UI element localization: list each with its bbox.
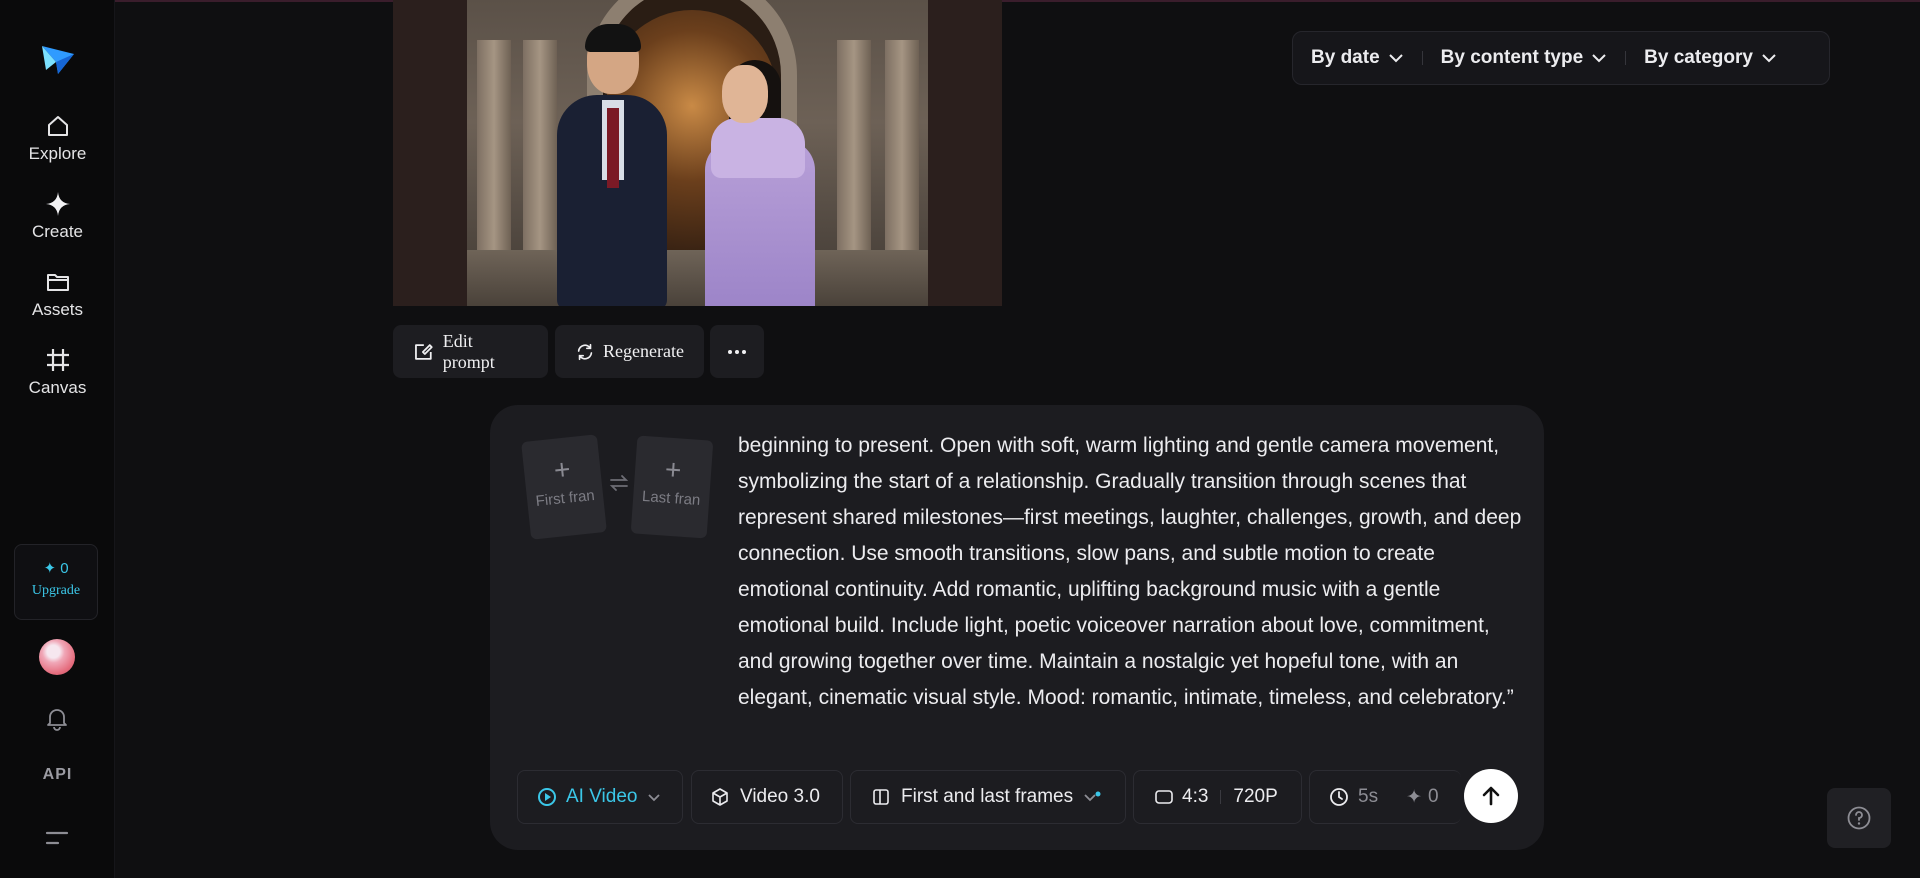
home-icon xyxy=(47,116,68,136)
duration-select[interactable]: 5s ✦ 0 xyxy=(1309,770,1461,824)
model-select[interactable]: Video 3.0 xyxy=(691,770,843,824)
send-button[interactable] xyxy=(1464,769,1518,823)
chevron-down-icon xyxy=(1388,54,1403,63)
divider xyxy=(1220,790,1222,804)
cost-value: 0 xyxy=(1428,786,1439,807)
more-options-button[interactable] xyxy=(710,325,764,378)
bell-icon[interactable] xyxy=(44,705,70,731)
avatar[interactable] xyxy=(39,639,75,675)
frame-mode-select[interactable]: First and last frames xyxy=(850,770,1126,824)
filter-by-date[interactable]: By date xyxy=(1293,47,1422,69)
edit-icon xyxy=(415,343,433,360)
generated-image xyxy=(467,0,928,306)
video-mode-icon xyxy=(538,788,556,806)
crop-icon xyxy=(46,349,69,371)
clock-icon xyxy=(1330,788,1348,806)
frames-icon xyxy=(873,789,889,805)
arrow-up-icon xyxy=(1482,786,1500,806)
prompt-textarea[interactable]: beginning to present. Open with soft, wa… xyxy=(738,428,1524,716)
sidebar-item-label: Canvas xyxy=(28,378,87,397)
sidebar: Explore Create Assets Canvas ✦ 0 Upgrade… xyxy=(0,0,115,878)
chevron-down-icon xyxy=(1592,54,1606,63)
edit-prompt-button[interactable]: Edit prompt xyxy=(393,325,548,378)
mode-select[interactable]: AI Video xyxy=(517,770,683,824)
chevron-down-icon xyxy=(648,793,661,801)
plus-icon: + xyxy=(663,453,683,486)
plus-icon: + xyxy=(552,453,572,486)
sparkle-icon xyxy=(45,192,70,216)
filter-bar: By date By content type By category xyxy=(1292,31,1830,85)
more-icon xyxy=(728,349,746,354)
generated-image-frame[interactable] xyxy=(393,0,1002,306)
regenerate-button[interactable]: Regenerate xyxy=(555,325,704,378)
last-frame-upload[interactable]: + Last fran xyxy=(630,435,714,539)
folder-icon xyxy=(46,274,69,291)
help-icon xyxy=(1847,806,1871,830)
upgrade-label: Upgrade xyxy=(31,583,81,598)
chevron-down-icon xyxy=(1084,791,1101,802)
first-frame-upload[interactable]: + First fran xyxy=(521,434,607,540)
sidebar-item-create[interactable]: Create xyxy=(0,190,115,242)
sidebar-item-assets[interactable]: Assets xyxy=(0,268,115,320)
sidebar-item-label: Explore xyxy=(28,144,87,163)
sparkle-icon: ✦ xyxy=(1406,786,1422,808)
cube-icon xyxy=(712,788,728,806)
refresh-icon xyxy=(577,343,593,360)
upgrade-card[interactable]: ✦ 0 Upgrade xyxy=(14,544,98,620)
menu-icon[interactable] xyxy=(45,828,69,848)
swap-icon[interactable] xyxy=(608,472,630,494)
aspect-ratio-icon xyxy=(1155,790,1173,804)
sidebar-item-label: Create xyxy=(31,222,84,241)
api-link[interactable]: API xyxy=(0,766,115,784)
sidebar-item-explore[interactable]: Explore xyxy=(0,112,115,164)
sidebar-item-label: Assets xyxy=(31,300,84,319)
filter-by-category[interactable]: By category xyxy=(1626,47,1795,69)
app-logo[interactable] xyxy=(38,40,78,80)
credit-balance: ✦ 0 xyxy=(43,560,69,577)
filter-by-content-type[interactable]: By content type xyxy=(1423,47,1626,69)
sidebar-item-canvas[interactable]: Canvas xyxy=(0,346,115,398)
chevron-down-icon xyxy=(1762,54,1776,63)
aspect-resolution-select[interactable]: 4:3 720P xyxy=(1133,770,1302,824)
help-button[interactable] xyxy=(1827,788,1891,848)
